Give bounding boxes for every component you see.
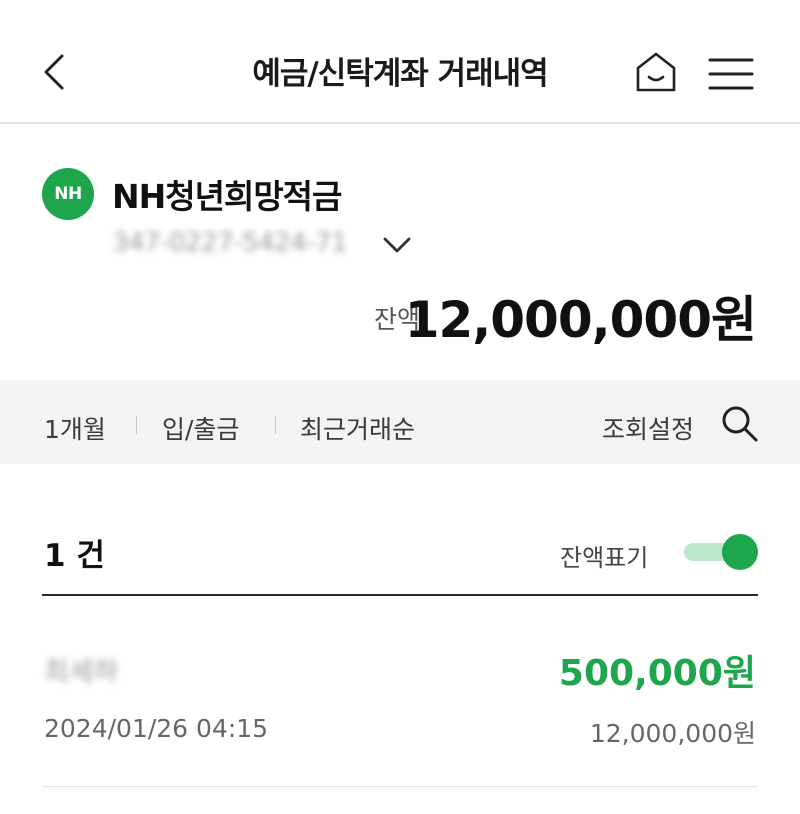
- filter-order[interactable]: 최근거래순: [300, 410, 415, 446]
- search-icon[interactable]: [718, 402, 760, 444]
- search-settings-label[interactable]: 조회설정: [602, 410, 694, 446]
- menu-button[interactable]: [706, 54, 756, 94]
- filter-bar[interactable]: 1개월 입/출금 최근거래순 조회설정: [0, 380, 800, 464]
- row-divider: [42, 786, 758, 787]
- nh-logo: NH: [42, 168, 94, 220]
- toggle-knob: [722, 534, 758, 570]
- account-name: NH청년희망적금: [112, 177, 342, 216]
- account-select-button[interactable]: [380, 230, 414, 260]
- app-header: 예금/신탁계좌 거래내역: [0, 0, 800, 124]
- filter-period[interactable]: 1개월: [44, 410, 106, 446]
- chevron-down-icon: [383, 237, 411, 253]
- account-summary: NH NH청년희망적금 347-0227-5424-71 잔액 12,000,0…: [0, 124, 800, 380]
- transaction-amount: 500,000원: [558, 653, 756, 694]
- home-button[interactable]: [632, 48, 680, 96]
- filter-type[interactable]: 입/출금: [162, 410, 239, 446]
- account-number: 347-0227-5424-71: [112, 228, 348, 258]
- hamburger-menu-icon: [708, 58, 754, 90]
- balance-display-toggle[interactable]: [684, 534, 758, 570]
- transaction-row[interactable]: 최세하 500,000원 2024/01/26 04:15 12,000,000…: [0, 596, 800, 786]
- result-count: 1 건: [44, 538, 105, 574]
- filter-divider: [136, 416, 137, 434]
- transaction-balance: 12,000,000원: [589, 719, 756, 748]
- balance-toggle-label: 잔액표기: [560, 544, 649, 572]
- balance-amount: 12,000,000원: [404, 291, 757, 349]
- transaction-counterparty: 최세하: [44, 657, 119, 688]
- transaction-datetime: 2024/01/26 04:15: [44, 714, 269, 743]
- page-title: 예금/신탁계좌 거래내역: [252, 56, 548, 92]
- home-icon: [636, 52, 676, 92]
- filter-divider: [275, 416, 276, 434]
